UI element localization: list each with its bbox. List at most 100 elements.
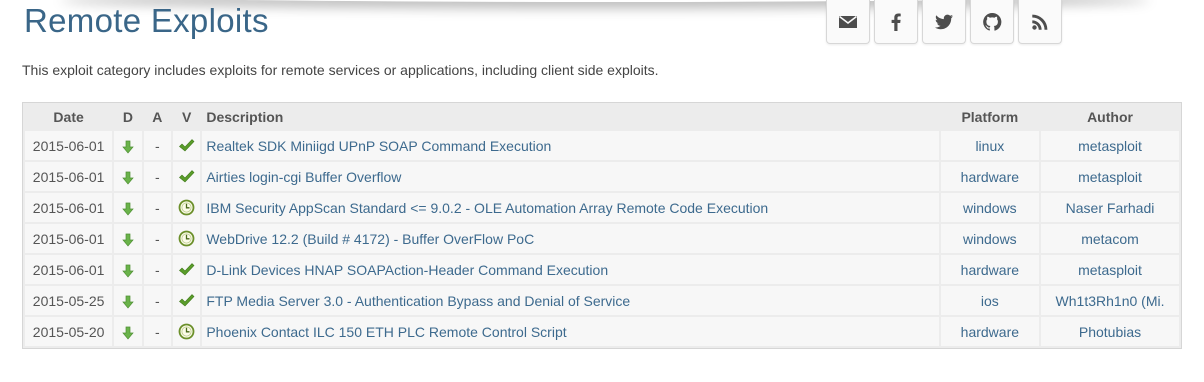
table-row: 2015-06-01 - D-Link Devices HNAP SOAPActio… [25,255,1179,284]
verified-check-icon [179,139,195,152]
exploit-link[interactable]: FTP Media Server 3.0 - Authentication By… [206,293,630,309]
platform-cell[interactable]: linux [940,131,1040,160]
facebook-button[interactable] [874,0,918,44]
author-cell[interactable]: metacom [1041,224,1179,253]
download-cell[interactable] [114,286,142,315]
platform-cell[interactable]: hardware [940,317,1040,346]
column-header-download[interactable]: D [114,105,141,129]
exploit-link[interactable]: Airties login-cgi Buffer Overflow [206,169,401,185]
author-cell[interactable]: metasploit [1041,162,1179,191]
verified-check-icon [179,170,195,183]
platform-link[interactable]: windows [963,231,1017,247]
download-cell[interactable] [114,317,142,346]
download-arrow-icon [122,140,134,154]
date-cell: 2015-05-25 [25,286,113,315]
column-header-date[interactable]: Date [25,105,112,129]
date-cell: 2015-06-01 [25,162,113,191]
column-header-verified[interactable]: V [173,105,200,129]
app-cell: - [143,317,171,346]
table-header-row: Date D A V Description Platform Author [25,105,1179,129]
download-cell[interactable] [114,131,142,160]
pending-clock-icon [178,323,195,340]
download-arrow-icon [122,202,134,216]
download-cell[interactable] [114,255,142,284]
author-link[interactable]: metasploit [1078,138,1142,154]
platform-link[interactable]: windows [963,200,1017,216]
description-cell: Airties login-cgi Buffer Overflow [202,162,939,191]
exploit-link[interactable]: IBM Security AppScan Standard <= 9.0.2 -… [206,200,768,216]
platform-cell[interactable]: ios [940,286,1040,315]
download-arrow-icon [122,233,134,247]
date-cell: 2015-06-01 [25,193,113,222]
download-cell[interactable] [114,193,142,222]
app-cell: - [143,224,171,253]
column-header-platform[interactable]: Platform [941,105,1039,129]
platform-cell[interactable]: windows [940,193,1040,222]
description-cell: WebDrive 12.2 (Build # 4172) - Buffer Ov… [202,224,939,253]
github-button[interactable] [970,0,1014,44]
page-title: Remote Exploits [24,2,269,39]
description-cell: Realtek SDK Miniigd UPnP SOAP Command Ex… [202,131,939,160]
platform-link[interactable]: linux [975,138,1004,154]
verified-check-icon [179,263,195,276]
author-cell[interactable]: Wh1t3Rh1n0 (Mi. [1041,286,1179,315]
author-cell[interactable]: metasploit [1041,131,1179,160]
author-cell[interactable]: Naser Farhadi [1041,193,1179,222]
date-cell: 2015-05-20 [25,317,113,346]
twitter-button[interactable] [922,0,966,44]
verified-cell [172,162,201,191]
app-cell: - [143,131,171,160]
table-row: 2015-06-01 - Realtek SDK Miniigd UPnP SOAP… [25,131,1179,160]
exploit-link[interactable]: Phoenix Contact ILC 150 ETH PLC Remote C… [206,324,566,340]
verified-cell [172,193,201,222]
platform-link[interactable]: hardware [961,169,1019,185]
rss-icon [1032,14,1048,30]
platform-link[interactable]: hardware [961,262,1019,278]
description-cell: IBM Security AppScan Standard <= 9.0.2 -… [202,193,939,222]
author-cell[interactable]: metasploit [1041,255,1179,284]
exploits-table: Date D A V Description Platform Author 2… [22,102,1182,349]
author-link[interactable]: Wh1t3Rh1n0 (Mi. [1056,293,1165,309]
author-link[interactable]: metacom [1081,231,1139,247]
rss-button[interactable] [1018,0,1062,44]
author-link[interactable]: Naser Farhadi [1066,200,1155,216]
column-header-description[interactable]: Description [202,105,938,129]
app-cell: - [143,162,171,191]
table-row: 2015-06-01 - WebDrive 12.2 (Build # 4172) … [25,224,1179,253]
author-link[interactable]: metasploit [1078,262,1142,278]
verified-check-icon [179,294,195,307]
exploit-link[interactable]: D-Link Devices HNAP SOAPAction-Header Co… [206,262,608,278]
platform-cell[interactable]: windows [940,224,1040,253]
download-arrow-icon [122,295,134,309]
email-button[interactable] [826,0,870,44]
column-header-author[interactable]: Author [1041,105,1179,129]
facebook-icon [891,13,901,31]
author-link[interactable]: metasploit [1078,169,1142,185]
exploit-link[interactable]: WebDrive 12.2 (Build # 4172) - Buffer Ov… [206,231,534,247]
date-cell: 2015-06-01 [25,255,113,284]
app-cell: - [143,193,171,222]
verified-cell [172,317,201,346]
twitter-icon [935,14,953,29]
date-cell: 2015-06-01 [25,224,113,253]
platform-link[interactable]: ios [981,293,999,309]
description-cell: D-Link Devices HNAP SOAPAction-Header Co… [202,255,939,284]
category-description: This exploit category includes exploits … [22,62,659,78]
envelope-icon [839,15,857,28]
platform-cell[interactable]: hardware [940,162,1040,191]
download-cell[interactable] [114,224,142,253]
table-row: 2015-05-20 - Phoenix Contact ILC 150 ETH P… [25,317,1179,346]
platform-link[interactable]: hardware [961,324,1019,340]
table-row: 2015-05-25 - FTP Media Server 3.0 - Authen… [25,286,1179,315]
author-cell[interactable]: Photubias [1041,317,1179,346]
platform-cell[interactable]: hardware [940,255,1040,284]
pending-clock-icon [178,230,195,247]
exploit-link[interactable]: Realtek SDK Miniigd UPnP SOAP Command Ex… [206,138,551,154]
pending-clock-icon [178,199,195,216]
verified-cell [172,224,201,253]
github-icon [983,12,1002,31]
table-row: 2015-06-01 - Airties login-cgi Buffer Over… [25,162,1179,191]
download-cell[interactable] [114,162,142,191]
column-header-app[interactable]: A [144,105,171,129]
author-link[interactable]: Photubias [1079,324,1141,340]
